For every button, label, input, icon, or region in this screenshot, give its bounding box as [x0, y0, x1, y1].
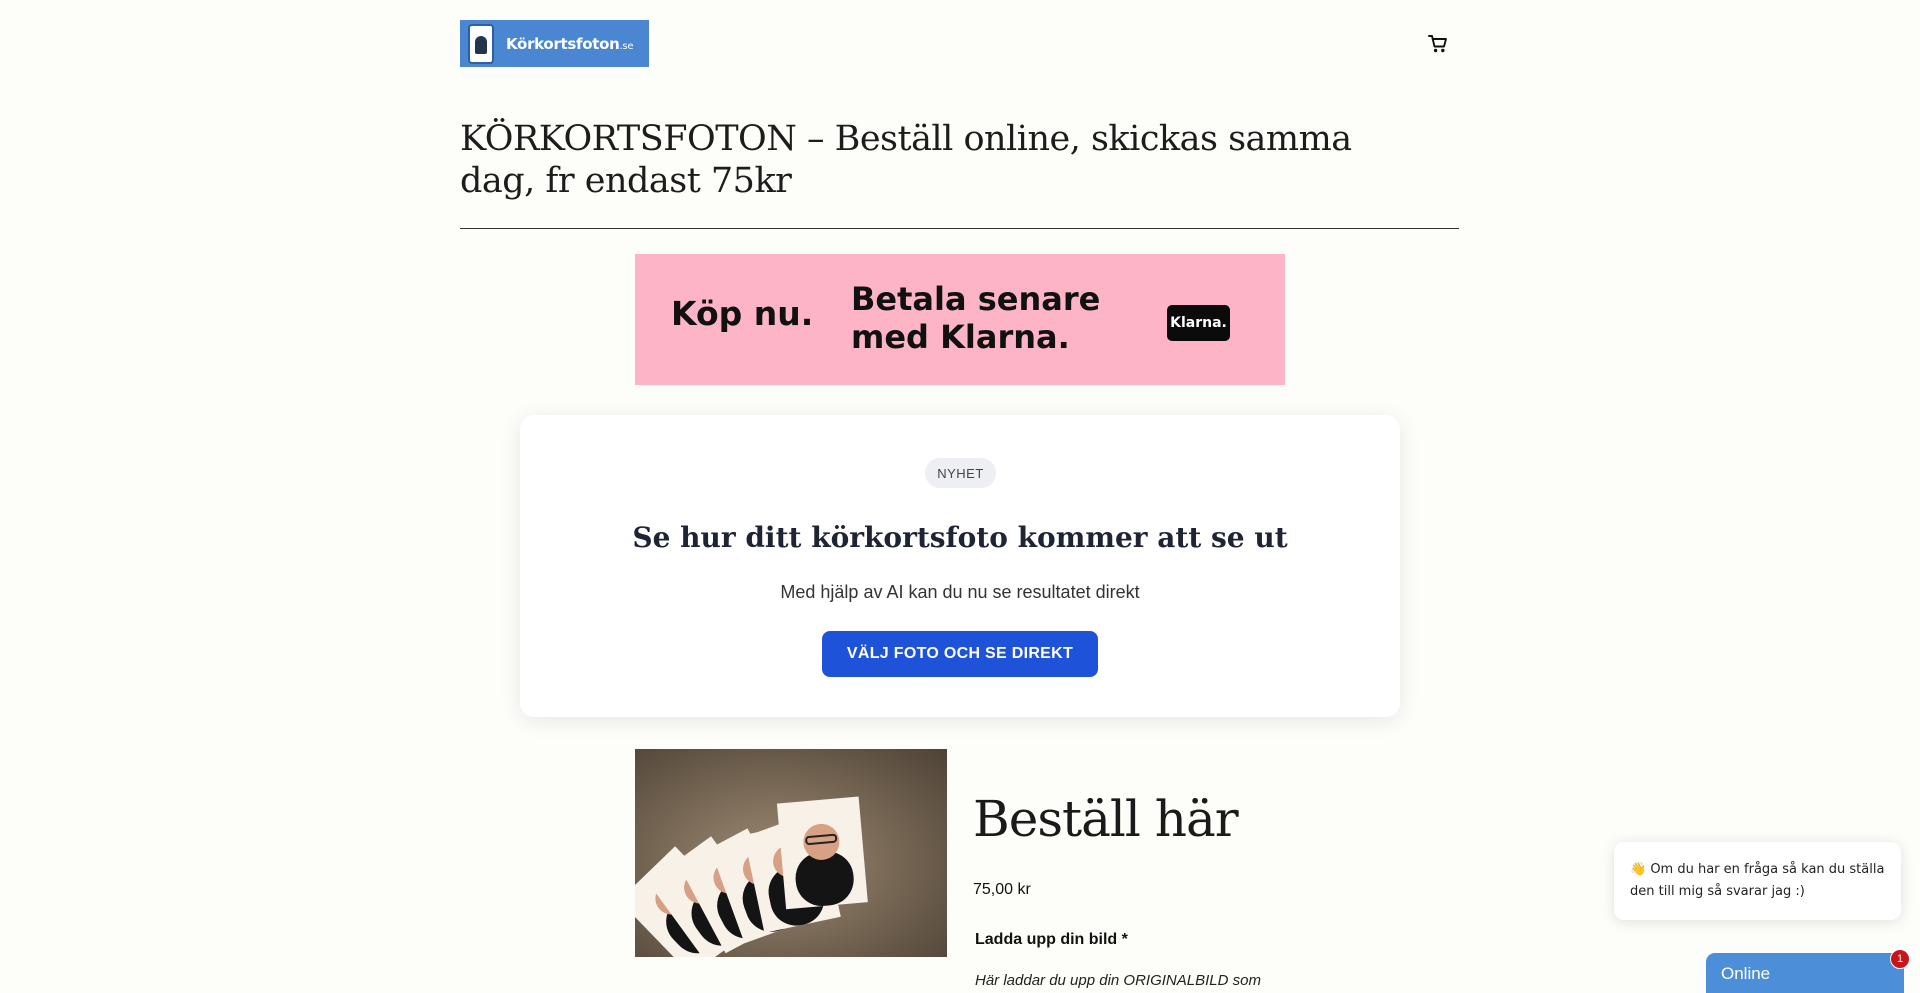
title-divider — [460, 228, 1459, 229]
page-title: KÖRKORTSFOTON – Beställ online, skickas … — [460, 119, 1352, 201]
photo-stack-illustration — [635, 796, 868, 957]
klarna-pay-later-text: Betala senare med Klarna. — [851, 280, 1101, 356]
chat-launcher[interactable]: Online — [1706, 953, 1904, 993]
ai-preview-card: NYHET Se hur ditt körkortsfoto kommer at… — [520, 415, 1400, 717]
upload-label: Ladda upp din bild * — [975, 931, 1128, 948]
logo-name: Körkortsfoton — [506, 34, 620, 53]
product-price: 75,00 kr — [973, 881, 1031, 898]
upload-help-text: Här laddar du upp din ORIGINALBILD som — [975, 972, 1261, 989]
klarna-buy-now-text: Köp nu. — [671, 294, 814, 333]
product-title: Beställ här — [973, 790, 1239, 848]
klarna-logo: Klarna. — [1167, 305, 1230, 341]
product-image[interactable] — [635, 749, 947, 957]
cart-icon[interactable] — [1428, 34, 1448, 54]
ai-card-subtitle: Med hjälp av AI kan du nu se resultatet … — [780, 582, 1140, 602]
unread-count-badge: 1 — [1890, 949, 1910, 969]
logo-tld: .se — [619, 40, 634, 52]
waving-hand-icon: 👋 — [1630, 862, 1647, 877]
ai-card-title: Se hur ditt körkortsfoto kommer att se u… — [632, 521, 1288, 554]
klarna-banner[interactable]: Köp nu. Betala senare med Klarna. Klarna… — [635, 254, 1285, 385]
chat-message-text: Om du har en fråga så kan du ställa den … — [1630, 862, 1885, 899]
logo-text: Körkortsfoton.se — [506, 35, 633, 53]
chat-status-label: Online — [1721, 964, 1771, 983]
phone-person-icon — [468, 23, 494, 64]
new-badge: NYHET — [925, 458, 996, 488]
choose-photo-button[interactable]: VÄLJ FOTO OCH SE DIREKT — [822, 631, 1098, 677]
chat-message-bubble[interactable]: 👋 Om du har en fråga så kan du ställa de… — [1614, 842, 1901, 920]
site-logo[interactable]: Körkortsfoton.se — [460, 20, 649, 67]
